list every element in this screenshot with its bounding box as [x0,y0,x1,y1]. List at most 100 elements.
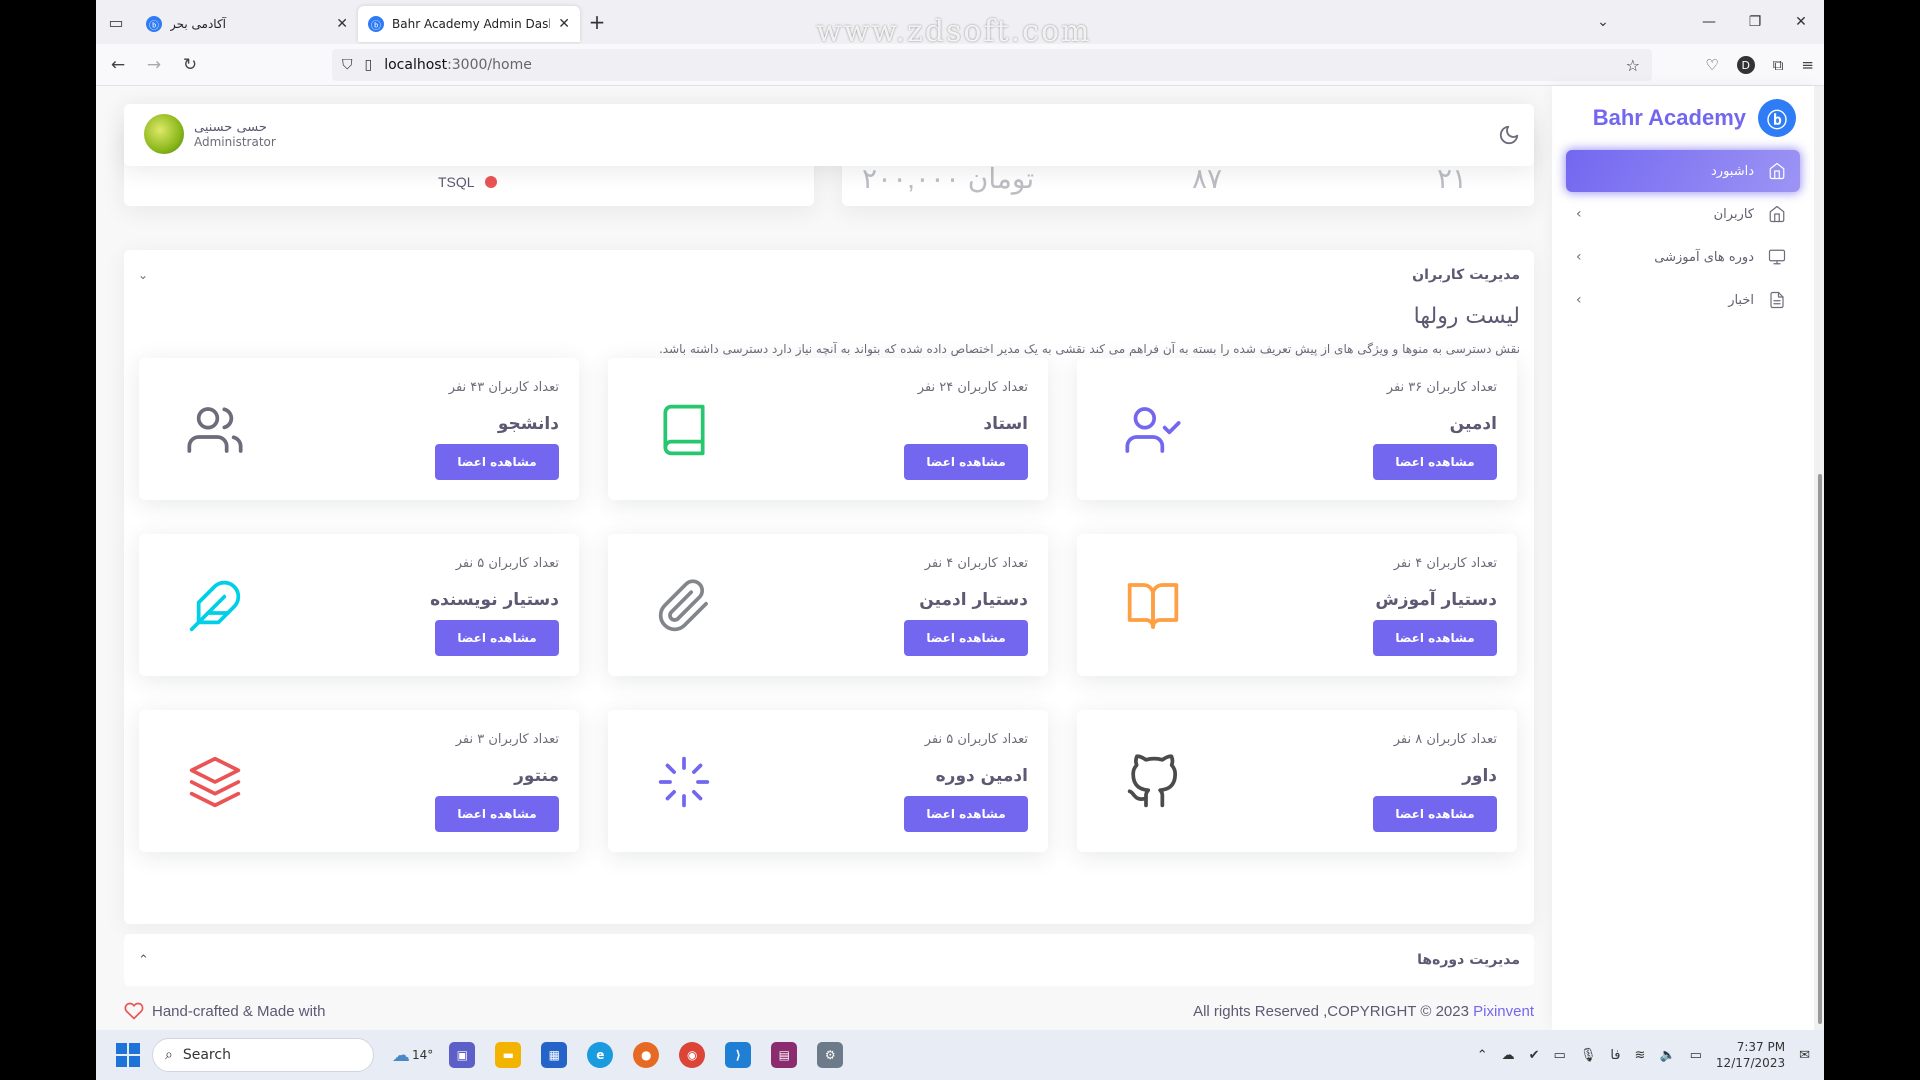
reload-button[interactable]: ↻ [172,55,208,75]
forward-button[interactable]: → [136,55,172,75]
chrome-icon[interactable]: ◉ [679,1042,706,1068]
chevron-up-icon[interactable]: ⌃ [138,953,149,968]
card-header[interactable]: ⌄ مدیریت کاربران [124,250,1534,300]
wifi-icon[interactable]: ≋ [1635,1048,1646,1063]
view-members-button[interactable]: مشاهده اعضا [904,796,1028,832]
sidebar-item-3[interactable]: ‹ اخبار [1566,279,1800,321]
book-icon [656,402,712,458]
sidebar-item-1[interactable]: ‹ کاربران [1566,193,1800,235]
battery-icon[interactable]: ▭ [1690,1048,1702,1063]
tab-title: آکادمی بحر [170,17,226,31]
close-tab-icon[interactable]: ✕ [558,16,570,32]
mic-icon[interactable]: 🎙 [1580,1048,1597,1063]
back-button[interactable]: ← [100,55,136,75]
profile-avatar[interactable]: D [1736,56,1755,74]
brand[interactable]: Bahr Academy ⓑ [1552,86,1814,150]
footer-left-text: Hand-crafted & Made with [152,1002,326,1020]
weather-widget[interactable]: ☁ 14° [392,1045,433,1066]
role-name: دانشجو [497,414,559,434]
tsql-label: TSQL [438,174,475,190]
window-controls: ⌄ — ❐ ✕ [1580,0,1824,44]
firefox-icon[interactable]: ● [633,1042,660,1068]
url-bar[interactable]: ⛉ ▯ localhost:3000/home ☆ [332,49,1652,81]
notification-icon[interactable]: ✉ [1799,1048,1810,1063]
view-members-button[interactable]: مشاهده اعضا [904,444,1028,480]
restore-button[interactable]: ❐ [1732,14,1778,30]
tsql-status: TSQL [438,174,497,190]
tab-list-button[interactable]: ▭ [96,0,136,44]
clock-date: 12/17/2023 [1715,1056,1786,1070]
home-icon [1768,162,1786,180]
page-scrollbar[interactable] [1814,86,1824,1030]
view-members-button[interactable]: مشاهده اعضا [1373,620,1497,656]
layers-icon [187,754,243,810]
vscode-icon[interactable]: ⟩ [725,1042,752,1068]
cast-icon[interactable]: ▭ [1554,1048,1566,1063]
store-icon[interactable]: ▦ [541,1042,568,1068]
extensions-icon[interactable]: ⧉ [1773,56,1784,74]
sidebar-item-2[interactable]: ‹ دوره های آموزشی [1566,236,1800,278]
feather-icon [187,578,243,634]
new-tab-button[interactable]: + [580,10,614,34]
github-icon [1125,754,1181,810]
file-explorer-icon[interactable]: ▬ [495,1042,522,1068]
course-management-card[interactable]: ⌃ مدیریت دوره‌ها [124,934,1534,986]
windows-taskbar: ⌕ Search ☁ 14° ▣ ▬ ▦ e ● ◉ ⟩ ▤ ⚙ ⌃ ☁ ✔ ▭… [96,1030,1824,1080]
role-user-count: تعداد کاربران ۸ نفر [1393,732,1497,747]
scrollbar-thumb[interactable] [1818,474,1822,1024]
screen: ▭ ⓑ آکادمی بحر ✕ ⓑ Bahr Academy Admin Da… [96,0,1824,1080]
pixinvent-link[interactable]: Pixinvent [1473,1003,1534,1020]
view-members-button[interactable]: مشاهده اعضا [1373,796,1497,832]
role-card: تعداد کاربران ۴ نفر دستیار ادمین مشاهده اع… [608,534,1048,676]
roles-description: نقش دسترسی به منوها و ویژگی های از پیش ت… [658,342,1520,356]
bookmark-star-icon[interactable]: ☆ [1626,56,1640,75]
close-window-button[interactable]: ✕ [1778,14,1824,30]
role-user-count: تعداد کاربران ۳۶ نفر [1386,380,1497,395]
role-name: دستیار ادمین [919,590,1028,610]
stat-value: ۲۰۰,۰۰۰ تومان [862,163,1035,194]
user-dropdown[interactable]: حسی حسنیی Administrator [144,114,276,154]
menu-icon[interactable]: ≡ [1801,56,1814,74]
role-name: دستیار نویسنده [430,590,559,610]
view-members-button[interactable]: مشاهده اعضا [435,796,559,832]
role-card: تعداد کاربران ۸ نفر داور مشاهده اعضا [1077,710,1517,852]
role-name: استاد [983,414,1028,434]
view-members-button[interactable]: مشاهده اعضا [435,444,559,480]
volume-icon[interactable]: 🔈 [1659,1048,1675,1063]
onedrive-icon[interactable]: ☁ [1502,1048,1515,1063]
chevron-up-icon[interactable]: ⌃ [1477,1048,1488,1063]
book-open-icon [1125,578,1181,634]
tab-overflow-icon[interactable]: ⌄ [1580,14,1626,30]
tab-title: Bahr Academy Admin Dashboa [392,17,550,31]
close-tab-icon[interactable]: ✕ [336,16,348,32]
chevron-down-icon[interactable]: ⌄ [138,268,148,282]
role-user-count: تعداد کاربران ۵ نفر [924,732,1028,747]
clock[interactable]: 7:37 PM 12/17/2023 [1716,1039,1785,1071]
role-card: تعداد کاربران ۵ نفر ادمین دوره مشاهده اعضا [608,710,1048,852]
view-members-button[interactable]: مشاهده اعضا [904,620,1028,656]
language-indicator[interactable]: فا [1610,1048,1620,1063]
view-members-button[interactable]: مشاهده اعضا [435,620,559,656]
minimize-button[interactable]: — [1686,14,1732,30]
browser-tab-2[interactable]: ⓑ Bahr Academy Admin Dashboa ✕ [358,6,580,42]
sidebar-menu: داشبورد ‹ کاربران ‹ دوره های آموزشی ‹ اخبار [1552,150,1814,321]
taskbar-search[interactable]: ⌕ Search [152,1038,374,1072]
copyright-text: All rights Reserved ,COPYRIGHT © 2023 [1193,1002,1469,1020]
browser-tab-bar: ▭ ⓑ آکادمی بحر ✕ ⓑ Bahr Academy Admin Da… [96,0,1824,49]
pocket-icon[interactable]: ♡ [1705,56,1718,74]
search-icon: ⌕ [165,1047,173,1063]
settings-icon[interactable]: ⚙ [817,1042,844,1068]
moon-icon[interactable] [1498,124,1520,146]
edge-icon[interactable]: e [587,1042,614,1068]
sidebar-item-0[interactable]: داشبورد [1566,150,1800,192]
start-button[interactable] [116,1043,140,1067]
clock-time: 7:37 PM [1736,1040,1786,1054]
loader-icon [656,754,712,810]
browser-tab-1[interactable]: ⓑ آکادمی بحر ✕ [136,6,358,42]
chevron-left-icon: ‹ [1576,292,1582,308]
tray-app-icon[interactable]: ✔ [1529,1048,1540,1063]
shield-icon[interactable]: ⛉ [342,57,353,73]
chat-app-icon[interactable]: ▣ [449,1042,476,1068]
view-members-button[interactable]: مشاهده اعضا [1373,444,1497,480]
winrar-icon[interactable]: ▤ [771,1042,798,1068]
